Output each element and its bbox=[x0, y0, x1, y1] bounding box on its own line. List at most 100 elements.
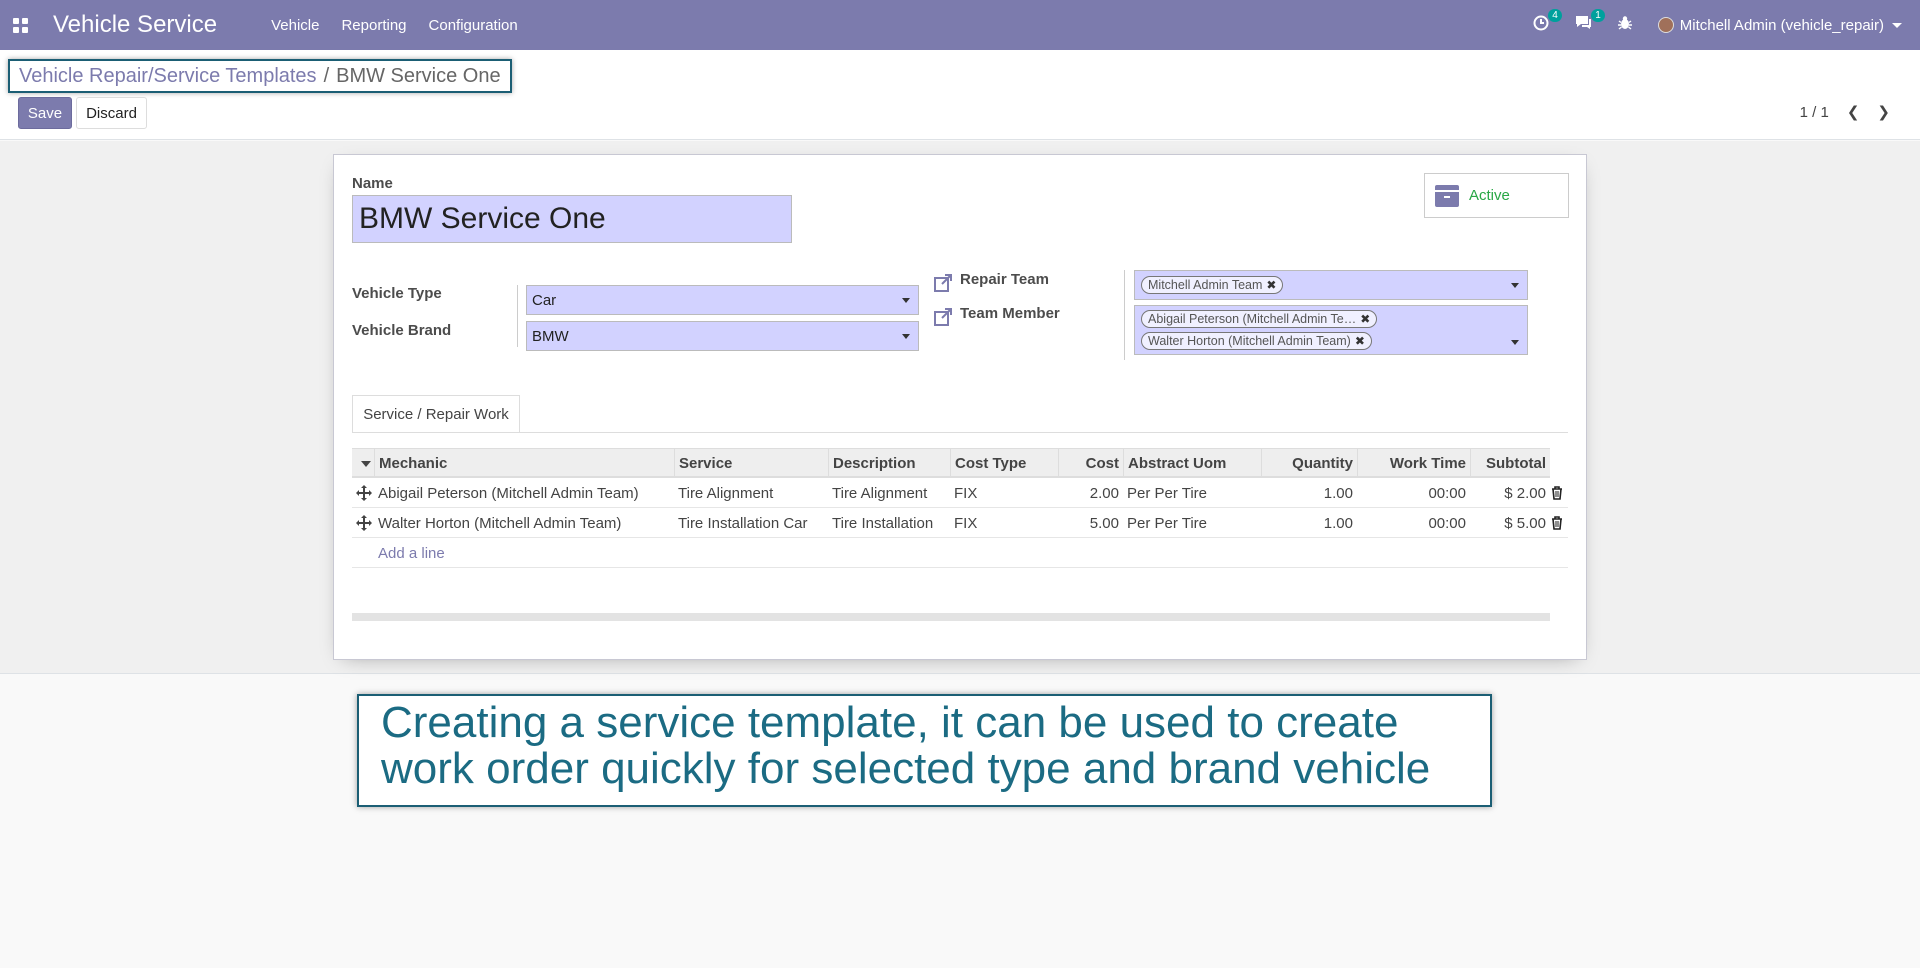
bug-icon bbox=[1617, 16, 1632, 30]
tab-service-repair-work[interactable]: Service / Repair Work bbox=[352, 395, 520, 433]
chat-icon bbox=[1575, 16, 1591, 29]
apps-menu-icon[interactable] bbox=[11, 16, 29, 34]
chevron-down-icon bbox=[1892, 22, 1902, 28]
chevron-left-icon[interactable]: ❮ bbox=[1847, 103, 1860, 121]
menu-configuration[interactable]: Configuration bbox=[429, 17, 518, 34]
cell-cost[interactable]: 5.00 bbox=[1058, 508, 1119, 538]
messages-button[interactable]: 1 bbox=[1575, 9, 1605, 35]
archive-icon bbox=[1435, 184, 1459, 207]
user-name: Mitchell Admin (vehicle_repair) bbox=[1679, 16, 1884, 34]
pager-value[interactable]: 1 / 1 bbox=[1800, 104, 1829, 121]
cell-description[interactable]: Tire Installation bbox=[832, 508, 933, 538]
field-divider bbox=[517, 285, 518, 347]
column-subtotal[interactable]: Subtotal bbox=[1470, 449, 1550, 477]
remove-tag-icon[interactable]: ✖ bbox=[1266, 278, 1276, 292]
tab-divider bbox=[352, 432, 1568, 433]
column-mechanic[interactable]: Mechanic bbox=[374, 449, 647, 477]
column-abstract-uom[interactable]: Abstract Uom bbox=[1123, 449, 1261, 477]
cell-mechanic[interactable]: Abigail Peterson (Mitchell Admin Team) bbox=[378, 478, 639, 508]
column-cost[interactable]: Cost bbox=[1058, 449, 1123, 477]
team-member-tag: Abigail Peterson (Mitchell Admin Te… ✖ bbox=[1141, 310, 1378, 328]
menu-vehicle[interactable]: Vehicle bbox=[271, 17, 319, 34]
user-avatar bbox=[1657, 17, 1674, 33]
vehicle-type-select[interactable]: Car bbox=[526, 285, 919, 315]
cell-subtotal: $ 5.00 bbox=[1504, 514, 1546, 532]
add-line-row: Add a line bbox=[352, 538, 1568, 568]
cell-description[interactable]: Tire Alignment bbox=[832, 478, 927, 508]
external-link-icon[interactable] bbox=[933, 307, 953, 327]
discard-button[interactable]: Discard bbox=[76, 97, 147, 129]
drag-handle-icon[interactable] bbox=[356, 485, 372, 501]
top-navbar: Vehicle Service Vehicle Reporting Config… bbox=[0, 0, 1920, 50]
menu-reporting[interactable]: Reporting bbox=[341, 17, 406, 34]
table-row[interactable]: Abigail Peterson (Mitchell Admin Team) T… bbox=[352, 478, 1568, 508]
cell-cost-type[interactable]: FIX bbox=[954, 508, 977, 538]
team-member-label: Team Member bbox=[960, 305, 1060, 322]
cell-quantity[interactable]: 1.00 bbox=[1261, 478, 1353, 508]
pager: 1 / 1 ❮ ❯ bbox=[1800, 103, 1890, 122]
cell-work-time[interactable]: 00:00 bbox=[1357, 508, 1466, 538]
column-cost-type[interactable]: Cost Type bbox=[950, 449, 1058, 477]
cell-cost[interactable]: 2.00 bbox=[1058, 478, 1119, 508]
service-lines-table: Mechanic Service Description Cost Type C… bbox=[352, 448, 1568, 568]
trash-icon[interactable] bbox=[1551, 486, 1563, 500]
vehicle-brand-value: BMW bbox=[532, 327, 569, 345]
field-divider bbox=[1124, 270, 1125, 360]
breadcrumb-separator: / bbox=[323, 64, 330, 87]
breadcrumb-parent-link[interactable]: Vehicle Repair/Service Templates bbox=[19, 65, 317, 88]
cell-uom[interactable]: Per Per Tire bbox=[1127, 478, 1207, 508]
dropdown-caret-icon bbox=[902, 334, 910, 339]
column-description[interactable]: Description bbox=[828, 449, 950, 477]
user-menu[interactable]: Mitchell Admin (vehicle_repair) bbox=[1657, 16, 1902, 34]
tag-label: Mitchell Admin Team bbox=[1148, 278, 1263, 292]
dropdown-caret-icon bbox=[1511, 283, 1519, 288]
vehicle-brand-label: Vehicle Brand bbox=[352, 322, 452, 339]
activity-count-badge: 4 bbox=[1548, 8, 1562, 22]
cell-uom[interactable]: Per Per Tire bbox=[1127, 508, 1207, 538]
external-link-icon[interactable] bbox=[933, 273, 953, 293]
cell-service[interactable]: Tire Installation Car bbox=[678, 508, 808, 538]
horizontal-scrollbar[interactable] bbox=[352, 613, 1550, 621]
dropdown-caret-icon bbox=[1511, 340, 1519, 345]
team-member-tag: Walter Horton (Mitchell Admin Team) ✖ bbox=[1141, 332, 1372, 350]
app-title[interactable]: Vehicle Service bbox=[53, 11, 217, 39]
column-quantity[interactable]: Quantity bbox=[1261, 449, 1357, 477]
vehicle-type-value: Car bbox=[532, 291, 557, 309]
cell-work-time[interactable]: 00:00 bbox=[1357, 478, 1466, 508]
vehicle-type-label: Vehicle Type bbox=[352, 285, 442, 302]
add-line-link[interactable]: Add a line bbox=[378, 538, 445, 568]
name-field[interactable]: BMW Service One bbox=[352, 195, 792, 243]
breadcrumb: Vehicle Repair/Service Templates / BMW S… bbox=[8, 59, 512, 93]
annotation-line-1: Creating a service template, it can be u… bbox=[381, 698, 1399, 747]
column-work-time[interactable]: Work Time bbox=[1357, 449, 1470, 477]
vehicle-brand-select[interactable]: BMW bbox=[526, 321, 919, 351]
drag-handle-icon[interactable] bbox=[356, 515, 372, 531]
repair-team-field[interactable]: Mitchell Admin Team ✖ bbox=[1134, 270, 1528, 300]
activity-button[interactable]: 4 bbox=[1533, 8, 1562, 36]
team-member-field[interactable]: Abigail Peterson (Mitchell Admin Te… ✖ Wa… bbox=[1134, 305, 1528, 355]
name-label: Name bbox=[352, 175, 393, 192]
tag-label: Walter Horton (Mitchell Admin Team) bbox=[1148, 334, 1351, 348]
cell-cost-type[interactable]: FIX bbox=[954, 478, 977, 508]
sort-caret-icon[interactable] bbox=[361, 461, 371, 467]
remove-tag-icon[interactable]: ✖ bbox=[1355, 334, 1365, 348]
debug-button[interactable] bbox=[1617, 15, 1632, 35]
form-sheet: Active Name BMW Service One Vehicle Type… bbox=[333, 154, 1587, 660]
save-button[interactable]: Save bbox=[18, 97, 72, 129]
chevron-right-icon[interactable]: ❯ bbox=[1877, 103, 1890, 121]
cell-quantity[interactable]: 1.00 bbox=[1261, 508, 1353, 538]
active-toggle-button[interactable]: Active bbox=[1424, 173, 1569, 218]
repair-team-label: Repair Team bbox=[960, 271, 1049, 288]
column-service[interactable]: Service bbox=[674, 449, 825, 477]
cell-mechanic[interactable]: Walter Horton (Mitchell Admin Team) bbox=[378, 508, 621, 538]
active-label: Active bbox=[1469, 187, 1510, 204]
trash-icon[interactable] bbox=[1551, 516, 1563, 530]
cell-subtotal: $ 2.00 bbox=[1504, 484, 1546, 502]
table-row[interactable]: Walter Horton (Mitchell Admin Team) Tire… bbox=[352, 508, 1568, 538]
message-count-badge: 1 bbox=[1591, 9, 1605, 22]
cell-service[interactable]: Tire Alignment bbox=[678, 478, 773, 508]
annotation-line-2: work order quickly for selected type and… bbox=[381, 744, 1431, 793]
repair-team-tag: Mitchell Admin Team ✖ bbox=[1141, 276, 1284, 294]
remove-tag-icon[interactable]: ✖ bbox=[1360, 312, 1370, 326]
form-content-area: Active Name BMW Service One Vehicle Type… bbox=[0, 141, 1920, 674]
